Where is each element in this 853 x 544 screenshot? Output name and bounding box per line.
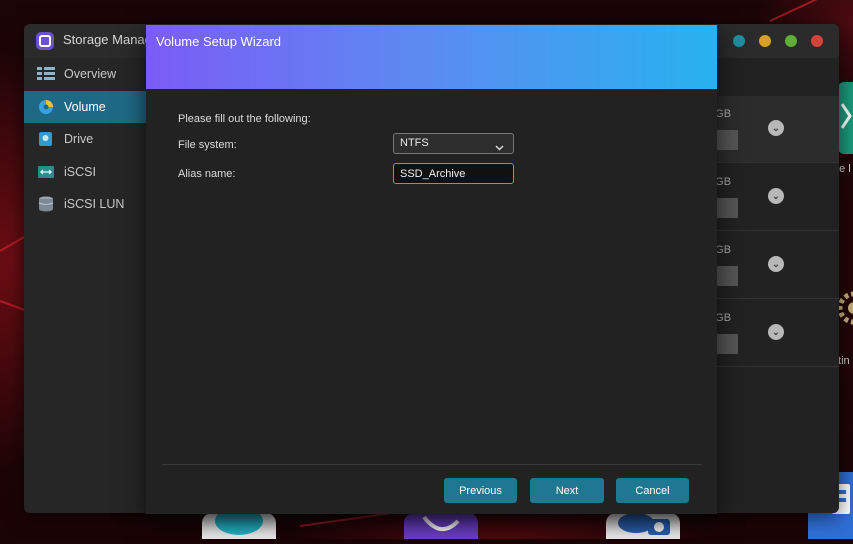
desktop-app-icon[interactable] — [838, 82, 853, 154]
sidebar-item-volume[interactable]: Volume — [24, 90, 146, 123]
window-minimize-button[interactable] — [733, 35, 745, 47]
iscsi-lun-icon — [37, 196, 55, 212]
wallpaper-streak — [769, 0, 834, 22]
window-maximize-button[interactable] — [759, 35, 771, 47]
file-system-label: File system: — [178, 139, 237, 151]
volume-row[interactable]: 3 GB % ⌄ — [706, 164, 839, 231]
next-button[interactable]: Next — [530, 478, 604, 503]
volume-row[interactable]: 3 GB % ⌄ — [706, 232, 839, 299]
drive-icon — [37, 131, 55, 147]
wizard-intro-text: Please fill out the following: — [178, 113, 311, 125]
dock-camera-icon[interactable] — [606, 513, 680, 539]
volume-row[interactable]: 2 GB % ⌄ — [706, 300, 839, 367]
sidebar-item-overview[interactable]: Overview — [24, 58, 146, 90]
storage-manager-title: Storage Manag — [63, 32, 152, 47]
chevron-down-icon[interactable]: ⌄ — [768, 256, 784, 272]
volume-icon — [37, 99, 55, 115]
settings-gear-icon[interactable] — [837, 276, 853, 340]
previous-button[interactable]: Previous — [444, 478, 517, 503]
dock-app-icon[interactable] — [404, 513, 478, 539]
sidebar-item-label: Drive — [64, 132, 94, 146]
sidebar-item-iscsi[interactable]: iSCSI — [24, 156, 146, 188]
alias-name-label: Alias name: — [178, 168, 236, 180]
sidebar-item-label: iSCSI LUN — [64, 197, 125, 211]
volume-row[interactable]: 0 GB % ⌄ — [706, 96, 839, 163]
chevron-down-icon[interactable]: ⌄ — [768, 120, 784, 136]
sidebar-item-label: iSCSI — [64, 164, 96, 179]
chevron-down-icon[interactable]: ⌄ — [768, 188, 784, 204]
file-system-select[interactable]: NTFS — [393, 133, 514, 154]
volume-setup-wizard-dialog: Volume Setup Wizard Please fill out the … — [146, 25, 717, 514]
alias-name-input[interactable] — [393, 163, 514, 184]
dock-app-icon[interactable] — [202, 507, 276, 539]
storage-manager-sidebar: Overview Volume Drive iSCSI iSCSI LUN — [24, 58, 146, 513]
iscsi-icon — [37, 164, 55, 180]
sidebar-item-label: Volume — [64, 99, 106, 114]
cancel-button[interactable]: Cancel — [616, 478, 689, 503]
wizard-header: Volume Setup Wizard — [146, 25, 717, 89]
sidebar-item-label: Overview — [64, 67, 117, 81]
file-system-selected-value: NTFS — [400, 137, 429, 149]
wizard-footer-divider — [162, 464, 702, 465]
window-fullscreen-button[interactable] — [785, 35, 797, 47]
chevron-down-icon — [495, 139, 504, 151]
wizard-title: Volume Setup Wizard — [156, 34, 282, 49]
window-close-button[interactable] — [811, 35, 823, 47]
overview-icon — [37, 66, 55, 82]
storage-manager-app-icon — [36, 32, 54, 50]
sidebar-item-iscsi-lun[interactable]: iSCSI LUN — [24, 188, 146, 220]
chevron-down-icon[interactable]: ⌄ — [768, 324, 784, 340]
sidebar-item-drive[interactable]: Drive — [24, 123, 146, 155]
